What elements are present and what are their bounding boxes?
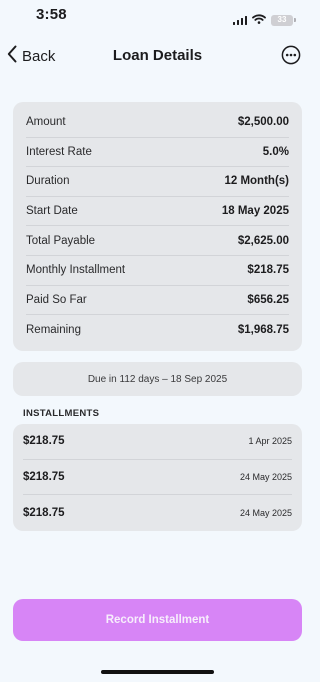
row-label: Monthly Installment: [26, 264, 126, 277]
row-label: Remaining: [26, 323, 81, 336]
row-value: $1,968.75: [237, 323, 289, 336]
signal-icon: [232, 15, 247, 25]
record-installment-label: Record Installment: [105, 614, 210, 626]
navigation-bar: Back Loan Details: [0, 40, 315, 72]
summary-row-paid-so-far: Paid So Far $656.25: [26, 286, 289, 316]
row-label: Paid So Far: [26, 293, 87, 306]
row-label: Start Date: [26, 205, 78, 218]
summary-row-monthly-installment: Monthly Installment $218.75: [26, 256, 289, 286]
summary-row-total-payable: Total Payable $2,625.00: [26, 226, 289, 256]
installment-row[interactable]: $218.75 24 May 2025: [23, 460, 292, 496]
summary-row-amount: Amount $2,500.00: [26, 108, 289, 138]
installments-list: $218.75 1 Apr 2025 $218.75 24 May 2025 $…: [13, 424, 302, 531]
installment-amount: $218.75: [23, 470, 65, 483]
installment-amount: $218.75: [23, 435, 65, 448]
row-value: $2,500.00: [237, 116, 289, 129]
more-options-button[interactable]: [281, 45, 301, 65]
due-date-banner: Due in 112 days – 18 Sep 2025: [13, 362, 302, 396]
summary-row-duration: Duration 12 Month(s): [26, 167, 289, 197]
status-icons: 33: [232, 11, 296, 29]
row-label: Total Payable: [26, 234, 96, 247]
installment-date: 1 Apr 2025: [248, 436, 292, 447]
ellipsis-circle-icon: [281, 45, 301, 69]
status-bar: 3:58 33: [0, 0, 315, 30]
installments-header: INSTALLMENTS: [23, 408, 100, 419]
status-time: 3:58: [36, 6, 67, 23]
loan-details-screen: 3:58 33 Back Loan Details Amount $2,500.…: [0, 0, 315, 682]
installment-row[interactable]: $218.75 1 Apr 2025: [23, 424, 292, 460]
row-value: $218.75: [247, 264, 289, 277]
row-value: 18 May 2025: [221, 205, 289, 218]
installment-date: 24 May 2025: [239, 471, 292, 482]
row-value: 12 Month(s): [224, 175, 289, 188]
summary-row-start-date: Start Date 18 May 2025: [26, 197, 289, 227]
battery-level: 33: [277, 15, 287, 24]
installment-amount: $218.75: [23, 506, 65, 519]
installment-date: 24 May 2025: [239, 507, 292, 518]
row-value: $2,625.00: [237, 234, 289, 247]
summary-row-remaining: Remaining $1,968.75: [26, 315, 289, 345]
summary-row-interest-rate: Interest Rate 5.0%: [26, 138, 289, 168]
record-installment-button[interactable]: Record Installment: [13, 599, 302, 641]
installment-row[interactable]: $218.75 24 May 2025: [23, 495, 292, 531]
battery-icon: 33: [271, 14, 296, 26]
row-label: Amount: [26, 116, 66, 129]
row-label: Interest Rate: [26, 145, 92, 158]
home-indicator: [101, 670, 214, 674]
row-value: $656.25: [247, 293, 289, 306]
loan-summary-card: Amount $2,500.00 Interest Rate 5.0% Dura…: [13, 102, 302, 351]
page-title: Loan Details: [112, 47, 203, 64]
row-label: Duration: [26, 175, 70, 188]
row-value: 5.0%: [262, 145, 289, 158]
wifi-icon: [252, 11, 266, 29]
